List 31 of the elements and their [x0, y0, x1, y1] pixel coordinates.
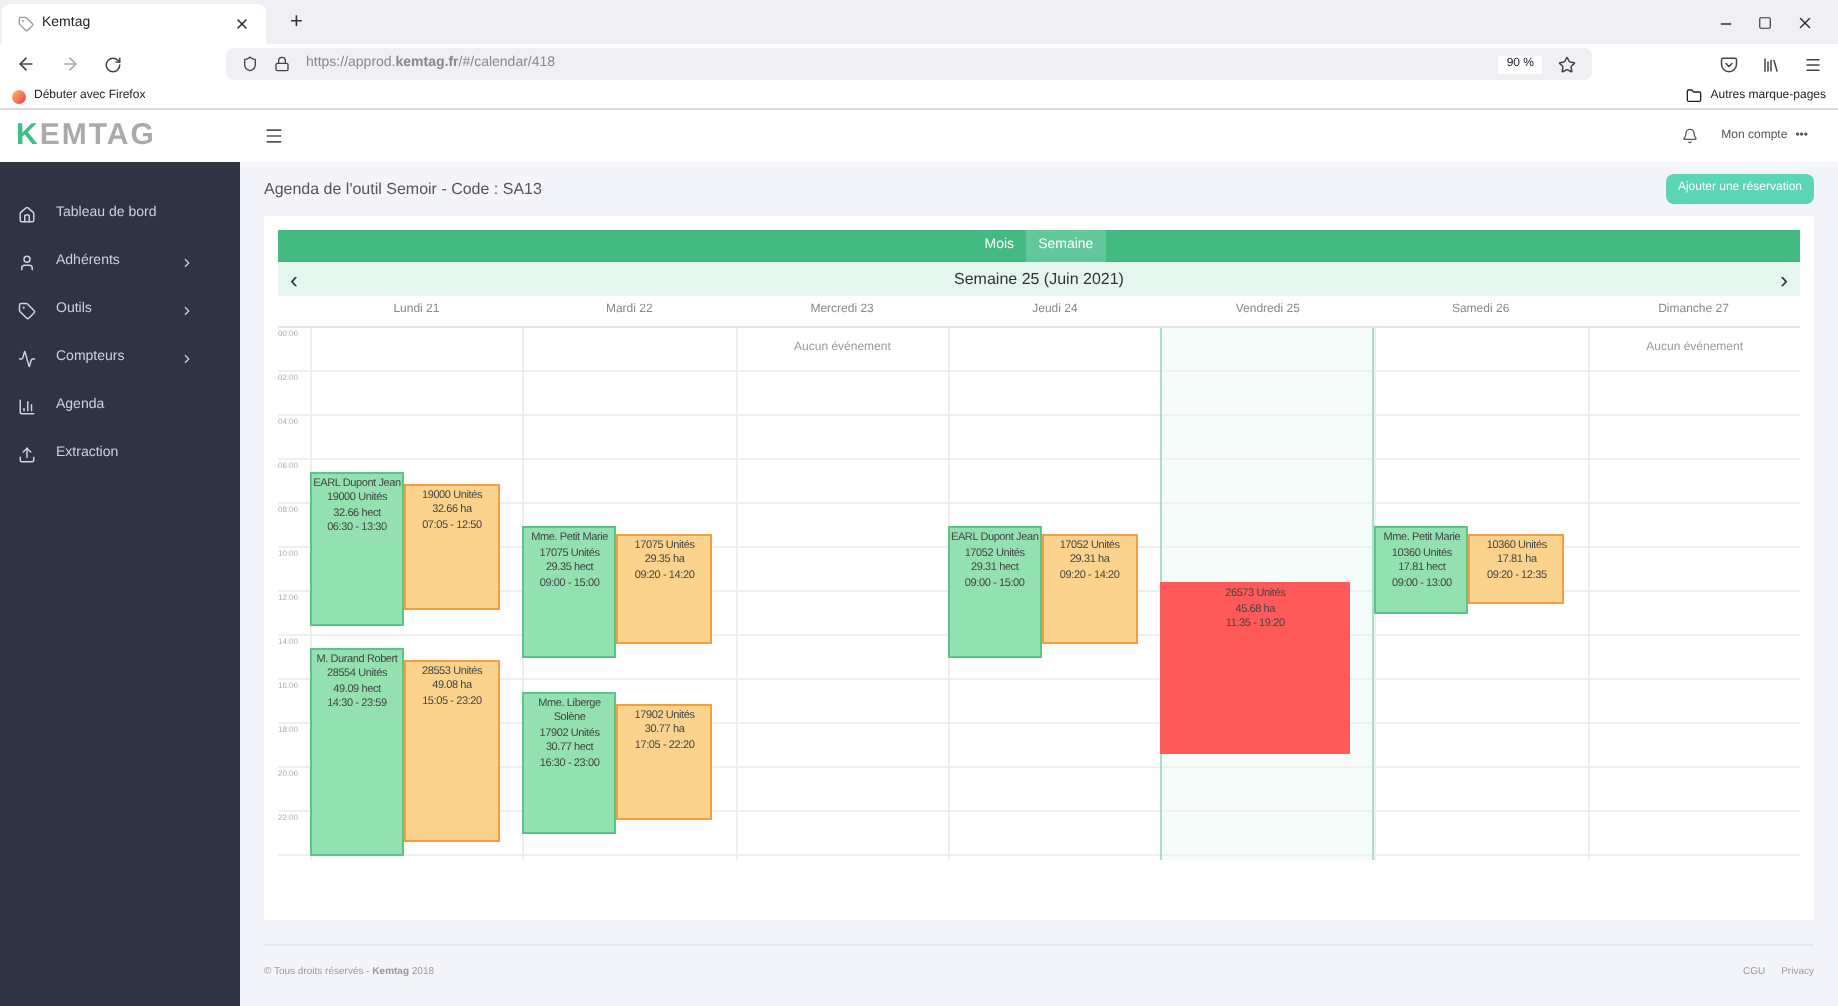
chevron-icon	[180, 351, 194, 365]
menu-icon[interactable]	[1804, 55, 1822, 73]
close-icon[interactable]	[234, 16, 250, 32]
house-icon	[18, 205, 36, 223]
star-icon[interactable]	[1558, 55, 1576, 73]
logo: KEMTAG	[16, 115, 156, 156]
chevron-icon	[180, 303, 194, 317]
shield-icon	[242, 56, 258, 72]
firefox-logo-icon	[12, 89, 26, 103]
person-icon	[18, 253, 36, 271]
maximize-icon[interactable]	[1758, 16, 1772, 30]
reload-icon[interactable]	[104, 55, 122, 73]
library-icon[interactable]	[1762, 55, 1780, 73]
pocket-icon[interactable]	[1720, 55, 1738, 73]
upload-icon	[18, 445, 36, 463]
bar-chart-icon	[18, 397, 36, 415]
week-title: Semaine 25 (Juin 2021)	[952, 267, 1126, 291]
pulse-icon	[18, 349, 36, 367]
bell-icon[interactable]	[1681, 128, 1698, 144]
prev-week-button[interactable]: ‹	[290, 267, 298, 291]
chevron-icon	[180, 255, 194, 269]
lock-icon	[274, 56, 290, 72]
page-title: Agenda de l'outil Semoir - Code : SA13	[264, 177, 544, 201]
tag-icon	[18, 301, 36, 319]
close-window-icon[interactable]	[1796, 14, 1814, 32]
menu-icon[interactable]	[264, 126, 284, 146]
next-week-button[interactable]: ›	[1780, 267, 1788, 291]
kemtag-favicon-icon	[18, 16, 34, 32]
folder-icon	[1686, 88, 1703, 104]
new-tab-button[interactable]: +	[290, 5, 303, 38]
back-icon[interactable]	[16, 54, 36, 74]
